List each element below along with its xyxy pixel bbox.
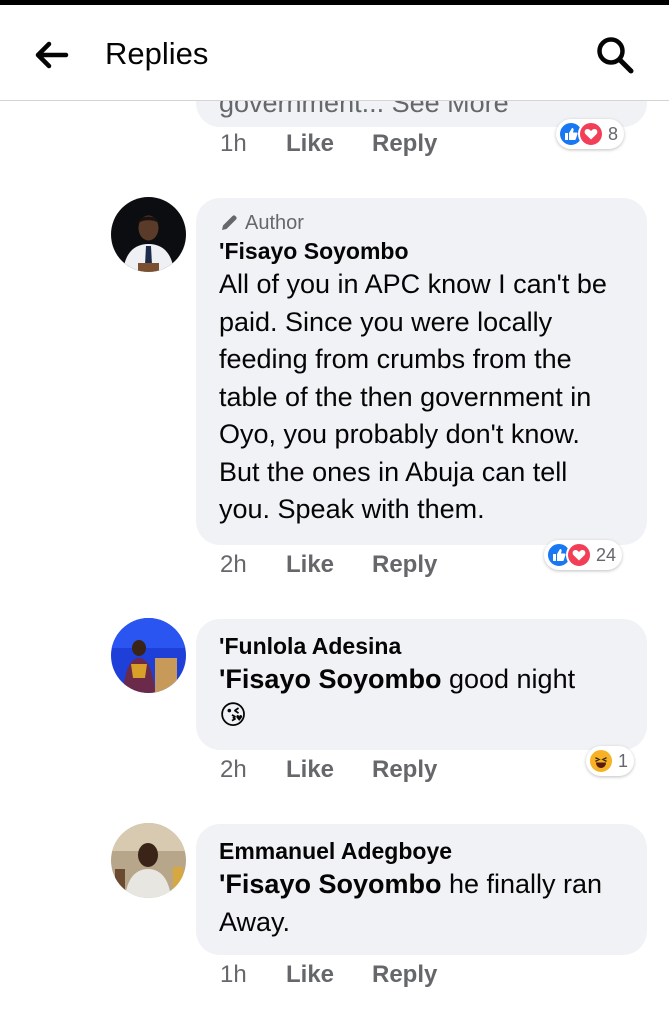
app-header: Replies [0,5,669,101]
comment-actions: 2h Like Reply [220,755,437,785]
avatar[interactable] [111,618,186,693]
comment-actions: 2h Like Reply [220,550,437,580]
like-button[interactable]: Like [286,551,372,579]
reply-button[interactable]: Reply [372,130,437,158]
mention-tag[interactable]: 'Fisayo Soyombo [219,664,441,694]
comment-body: 'Fisayo Soyombo he finally ran Away. [219,866,625,941]
comment-text: good night [441,664,576,694]
reply-button[interactable]: Reply [372,961,437,989]
avatar-photo [111,197,186,272]
like-button[interactable]: Like [286,130,372,158]
avatar[interactable] [111,823,186,898]
reply-button[interactable]: Reply [372,756,437,784]
haha-reaction-icon [588,748,614,774]
love-reaction-icon [566,542,592,568]
arrow-left-icon [35,41,69,69]
comment-time: 1h [220,961,247,988]
comment-actions: 1h Like Reply [220,960,437,990]
reaction-count: 24 [596,544,617,565]
back-button[interactable] [30,35,74,75]
search-icon [597,37,634,74]
avatar-photo [111,618,186,693]
avatar[interactable] [111,197,186,272]
commenter-name[interactable]: 'Funlola Adesina [219,631,625,661]
like-button[interactable]: Like [286,756,372,784]
commenter-name[interactable]: 'Fisayo Soyombo [219,236,625,266]
comment-body: 'Fisayo Soyombo good night [219,661,625,699]
emoji: 😘 [219,699,248,731]
mention-tag[interactable]: 'Fisayo Soyombo [219,869,441,899]
comment-time: 2h [220,756,247,783]
reply-button[interactable]: Reply [372,551,437,579]
like-button[interactable]: Like [286,961,372,989]
search-button[interactable] [592,33,638,77]
comment-time: 2h [220,551,247,578]
comment-bubble[interactable]: Emmanuel Adegboye 'Fisayo Soyombo he fin… [196,824,647,955]
love-reaction-icon [578,121,604,147]
reaction-count: 1 [618,750,629,771]
comment-time: 1h [220,130,247,157]
reaction-summary[interactable]: 1 [586,746,635,776]
comment-text: All of you in APC know I can't be paid. … [219,269,607,524]
replies-list[interactable]: government... See More 1h Like Reply 8 A… [0,101,669,1024]
comment-bubble[interactable]: 'Funlola Adesina 'Fisayo Soyombo good ni… [196,619,647,750]
comment-actions: 1h Like Reply [220,129,437,159]
reaction-summary[interactable]: 8 [556,119,625,149]
page-title: Replies [105,36,209,71]
author-badge-label: Author [245,212,304,234]
pencil-icon [222,215,237,230]
reaction-count: 8 [608,123,619,144]
reaction-summary[interactable]: 24 [544,540,623,570]
avatar-photo [111,823,186,898]
comment-bubble[interactable]: Author 'Fisayo Soyombo All of you in APC… [196,198,647,545]
author-badge: Author [219,210,625,236]
commenter-name[interactable]: Emmanuel Adegboye [219,836,625,866]
